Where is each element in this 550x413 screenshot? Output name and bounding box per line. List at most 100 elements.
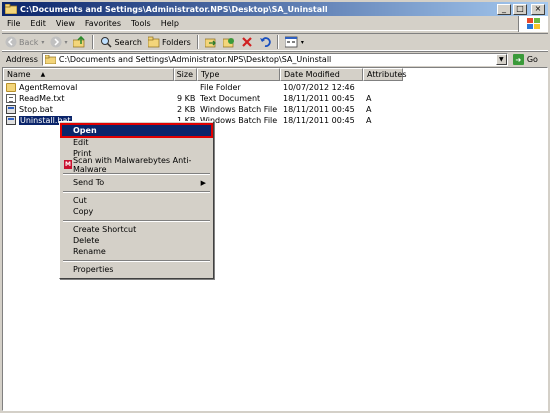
context-open[interactable]: Open (60, 123, 213, 138)
submenu-arrow-icon: ▶ (200, 178, 206, 187)
file-size: 9 KB (177, 94, 196, 103)
chevron-down-icon: ▾ (41, 38, 45, 46)
maximize-icon: □ (516, 4, 524, 13)
menu-bar: File Edit View Favorites Tools Help (2, 16, 548, 32)
title-bar[interactable]: C:\Documents and Settings\Administrator.… (2, 2, 548, 16)
sort-ascending-icon: ▲ (40, 71, 46, 78)
address-label: Address (6, 55, 38, 64)
forward-button[interactable]: ▾ (47, 34, 70, 50)
search-label: Search (114, 37, 142, 47)
context-rename[interactable]: Rename (62, 246, 211, 257)
file-name: Stop.bat (19, 105, 53, 114)
menu-file[interactable]: File (2, 19, 25, 28)
up-folder-icon (73, 36, 85, 48)
column-header-date-modified[interactable]: Date Modified (280, 68, 363, 81)
column-header-size[interactable]: Size (174, 68, 197, 81)
back-button[interactable]: Back ▾ (2, 34, 47, 50)
file-attributes: A (366, 105, 372, 114)
context-copy[interactable]: Copy (62, 206, 211, 217)
context-edit[interactable]: Edit (62, 137, 211, 148)
text-file-icon (6, 94, 16, 103)
menu-separator (63, 260, 210, 262)
explorer-window: C:\Documents and Settings\Administrator.… (0, 0, 550, 413)
column-header-attributes[interactable]: Attributes (363, 68, 407, 81)
folders-label: Folders (161, 37, 191, 47)
file-row[interactable]: Stop.bat 2 KB Windows Batch File 18/11/2… (3, 104, 403, 115)
toolbar-separator (92, 35, 95, 49)
folder-icon (6, 83, 16, 92)
menu-view[interactable]: View (51, 19, 80, 28)
context-delete[interactable]: Delete (62, 235, 211, 246)
menu-separator (63, 173, 210, 175)
file-rows: AgentRemoval File Folder 10/07/2012 12:4… (3, 82, 403, 126)
file-date-modified: 10/07/2012 12:46 (283, 83, 355, 92)
file-date-modified: 18/11/2011 00:45 (283, 116, 355, 125)
folders-button[interactable]: Folders (145, 34, 194, 50)
undo-icon (259, 37, 271, 47)
views-button[interactable]: ▾ (282, 34, 307, 50)
move-to-icon (204, 38, 216, 48)
chevron-down-icon: ▾ (300, 38, 304, 46)
menu-tools[interactable]: Tools (126, 19, 156, 28)
context-scan-malwarebytes[interactable]: M Scan with Malwarebytes Anti-Malware (62, 156, 211, 174)
malwarebytes-icon: M (64, 160, 72, 169)
toolbar-separator (276, 35, 279, 49)
file-date-modified: 18/11/2011 00:45 (283, 105, 355, 114)
folders-icon (147, 36, 160, 48)
maximize-button[interactable]: □ (513, 3, 527, 15)
go-button[interactable]: ➜ Go (512, 54, 538, 65)
delete-button[interactable] (238, 34, 256, 50)
copy-to-icon (222, 38, 234, 48)
folder-icon (44, 55, 56, 64)
chevron-down-icon: ▼ (499, 56, 504, 63)
menu-edit[interactable]: Edit (25, 19, 51, 28)
windows-logo-icon (518, 16, 548, 32)
menu-separator (63, 191, 210, 193)
back-label: Back (19, 37, 39, 47)
address-dropdown-button[interactable]: ▼ (495, 54, 507, 65)
search-button[interactable]: Search (97, 34, 144, 50)
file-size: 2 KB (177, 105, 196, 114)
file-attributes: A (366, 116, 372, 125)
column-header-type[interactable]: Type (197, 68, 280, 81)
toolbar-separator (196, 35, 199, 49)
file-row[interactable]: ReadMe.txt 9 KB Text Document 18/11/2011… (3, 93, 403, 104)
go-arrow-icon: ➜ (512, 54, 524, 65)
up-folder-button[interactable] (70, 34, 89, 50)
context-menu: Open Edit Print M Scan with Malwarebytes… (59, 121, 214, 279)
minimize-icon: _ (502, 4, 506, 13)
context-send-to[interactable]: Send To ▶ (62, 177, 211, 188)
go-label: Go (526, 55, 538, 64)
file-row[interactable]: AgentRemoval File Folder 10/07/2012 12:4… (3, 82, 403, 93)
file-type: File Folder (200, 83, 241, 92)
column-header-name[interactable]: Name ▲ (3, 68, 174, 81)
standard-toolbar: Back ▾ ▾ Search Folders ▾ (2, 33, 548, 51)
file-type: Text Document (200, 94, 261, 103)
file-name: AgentRemoval (19, 83, 78, 92)
close-button[interactable]: × (531, 3, 545, 15)
context-create-shortcut[interactable]: Create Shortcut (62, 224, 211, 235)
move-to-button[interactable] (202, 34, 220, 50)
batch-file-icon (6, 105, 16, 114)
context-properties[interactable]: Properties (62, 264, 211, 275)
address-input[interactable]: C:\Documents and Settings\Administrator.… (41, 53, 508, 66)
address-bar: Address C:\Documents and Settings\Admini… (2, 51, 548, 67)
file-attributes: A (366, 94, 372, 103)
file-name: ReadMe.txt (19, 94, 65, 103)
menu-favorites[interactable]: Favorites (80, 19, 126, 28)
search-icon (101, 37, 112, 48)
undo-button[interactable] (256, 34, 274, 50)
window-title: C:\Documents and Settings\Administrator.… (20, 4, 328, 14)
file-date-modified: 18/11/2011 00:45 (283, 94, 355, 103)
file-type: Windows Batch File (200, 105, 278, 114)
menu-help[interactable]: Help (156, 19, 184, 28)
address-value: C:\Documents and Settings\Administrator.… (58, 55, 332, 64)
context-send-to-label: Send To (73, 178, 105, 187)
views-icon (284, 36, 298, 48)
copy-to-button[interactable] (220, 34, 238, 50)
menu-separator (63, 220, 210, 222)
batch-file-icon (6, 116, 16, 125)
context-cut[interactable]: Cut (62, 195, 211, 206)
minimize-button[interactable]: _ (497, 3, 511, 15)
folder-icon (5, 4, 17, 14)
